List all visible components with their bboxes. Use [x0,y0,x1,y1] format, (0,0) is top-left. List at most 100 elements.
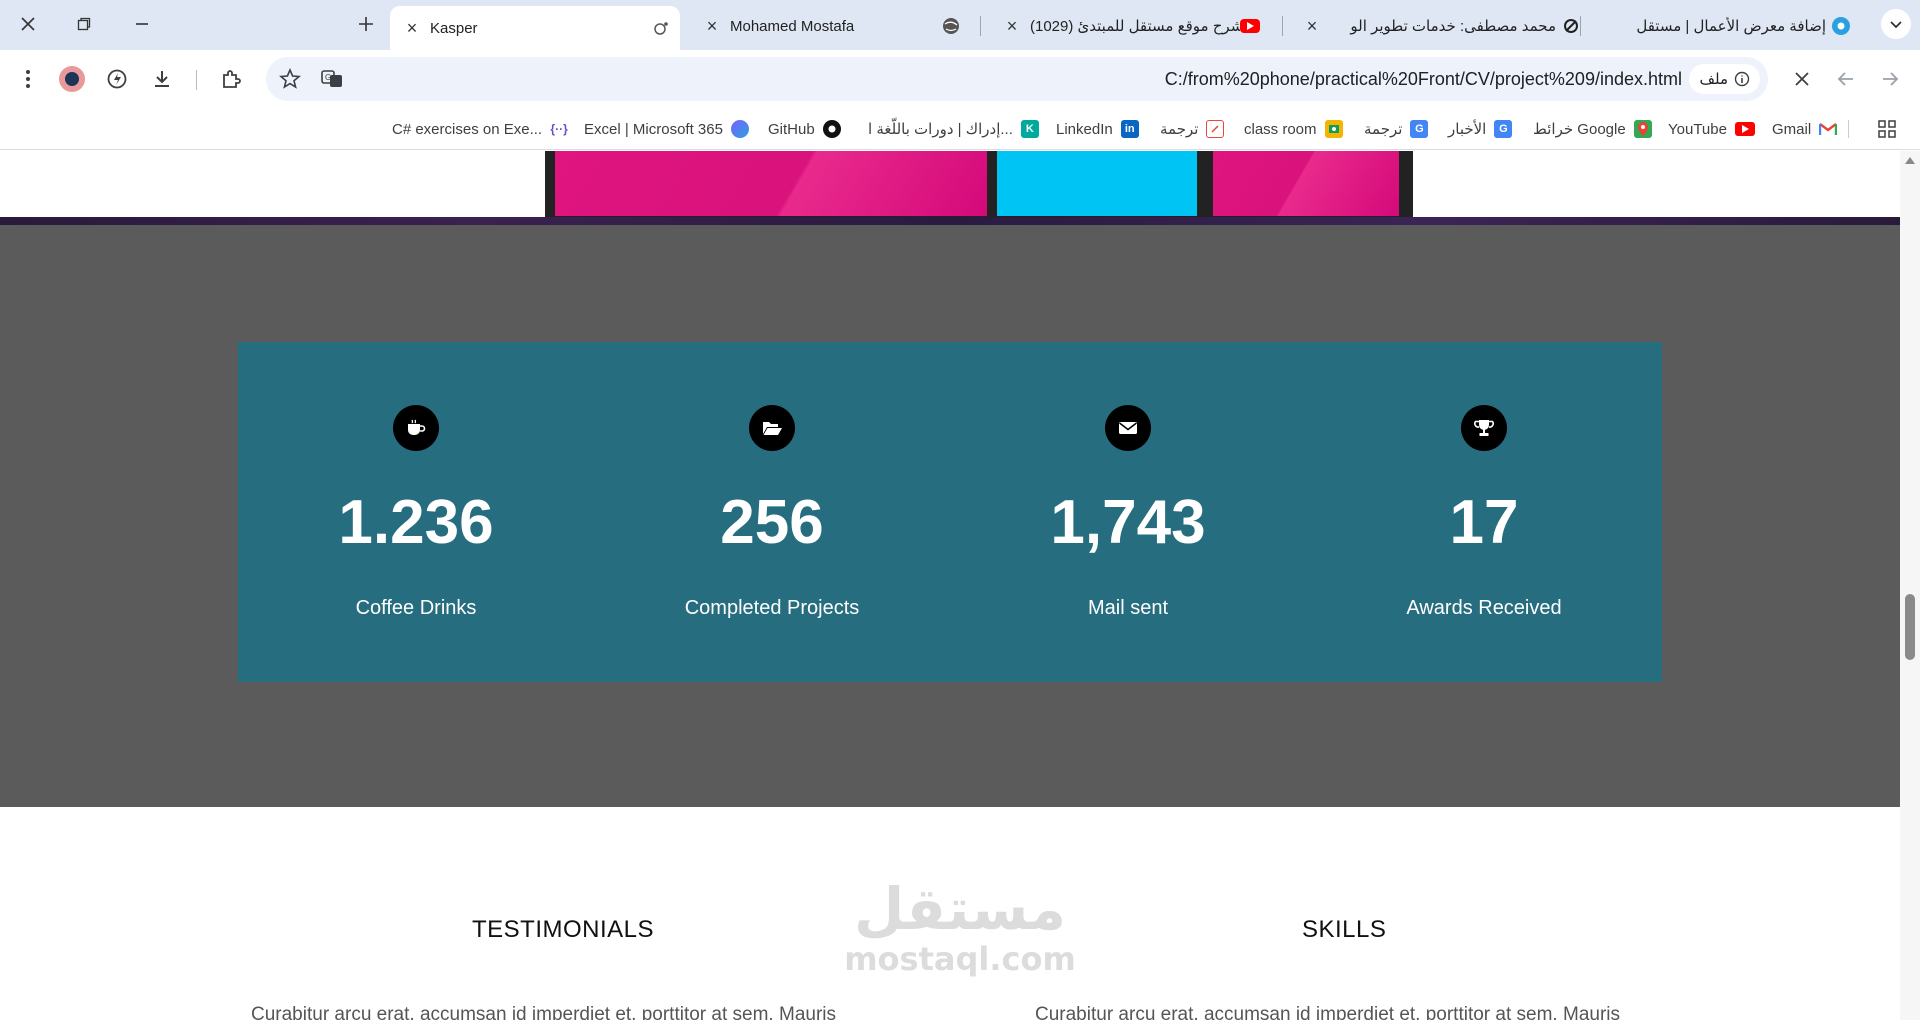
coffee-icon [393,405,439,451]
close-tab-icon[interactable]: × [400,18,424,39]
bookmark-news[interactable]: الأخبار G [1448,117,1513,141]
bookmark-edraak[interactable]: إدراك | دورات باللّغة ا... K [868,117,1039,141]
tab-separator [1580,16,1581,36]
info-icon [1734,71,1750,87]
tab-title: Mohamed Mostafa [730,17,855,35]
new-tab-icon[interactable] [346,8,386,40]
performance-icon[interactable] [101,63,133,95]
stop-loading-icon[interactable] [1786,63,1818,95]
portfolio-frame [545,151,1413,217]
scroll-up-arrow-icon[interactable] [1905,157,1915,164]
classroom-icon [1324,120,1343,138]
close-window-icon[interactable] [8,8,48,40]
bookmark-label: Excel | Microsoft 365 [584,120,723,138]
bookmark-divider [1848,120,1849,138]
profile-avatar[interactable] [56,63,88,95]
folder-open-icon [749,405,795,451]
extensions-icon[interactable] [215,63,247,95]
forward-arrow-icon[interactable] [1874,63,1906,95]
close-tab-icon[interactable]: × [1300,16,1324,37]
bookmark-star-icon[interactable] [274,63,306,95]
menu-icon[interactable] [12,63,44,95]
tab-mohamed-mostafa[interactable]: × Mohamed Mostafa [690,6,970,46]
excel-icon [730,120,749,138]
portfolio-strip [0,151,1900,223]
bookmark-class-room[interactable]: class room [1244,117,1343,141]
globe-icon [942,17,960,35]
mostaql-icon [1832,17,1850,35]
url-text: C:/from%20phone/practical%20Front/CV/pro… [1164,69,1682,89]
bookmark-exercism[interactable]: C# exercises on Exe... {··} [392,117,569,141]
tab-youtube-video[interactable]: × (1029) شرح موقع مستقل للمبتدئ [990,6,1270,46]
stats-section: 1.236 Coffee Drinks 256 Completed Projec… [0,225,1900,807]
bookmark-linkedin[interactable]: LinkedIn in [1056,117,1139,141]
bookmark-github[interactable]: GitHub [768,117,841,141]
close-tab-icon[interactable]: × [700,16,724,37]
stat-completed-projects: 256 Completed Projects [594,342,950,682]
bookmark-excel[interactable]: Excel | Microsoft 365 [584,117,749,141]
site-info-chip[interactable]: ملف [1689,64,1760,94]
tab-search-icon[interactable] [1876,8,1916,40]
edraak-icon: K [1020,120,1039,138]
bookmark-label: خرائط Google [1533,121,1626,138]
testimonials-text: Curabitur arcu erat, accumsan id imperdi… [251,1004,837,1020]
portfolio-tile-cyan[interactable] [997,151,1197,216]
tab-kasper[interactable]: × Kasper [390,6,680,50]
youtube-icon [1240,19,1260,33]
stat-value: 256 [720,488,824,557]
mostaql-watermark: مستقل mostaql.com [840,877,1080,977]
youtube-icon [1734,122,1755,136]
translate-page-icon[interactable]: G [316,63,348,95]
bookmark-label: C# exercises on Exe... [392,120,543,138]
download-icon[interactable] [146,63,178,95]
stat-mail-sent: 1,743 Mail sent [950,342,1306,682]
stat-label: Completed Projects [684,597,860,619]
tab-separator [980,16,981,36]
envelope-icon [1105,405,1151,451]
translate-doc-icon [1206,120,1225,138]
freelancer-icon [1562,17,1580,35]
portfolio-tile-magenta[interactable] [555,151,987,216]
apps-grid-icon[interactable] [1878,117,1896,141]
linkedin-icon: in [1120,120,1139,138]
scrollbar-thumb[interactable] [1905,594,1915,660]
tab-mostaql-profile[interactable]: × محمد مصطفى: خدمات تطوير الو [1290,6,1590,46]
stat-label: Awards Received [1406,597,1562,619]
github-icon [822,120,841,138]
bookmark-label: YouTube [1668,120,1727,138]
watermark-latin: mostaql.com [844,940,1076,978]
bookmark-label: class room [1244,120,1317,138]
page-scrollbar[interactable] [1900,151,1920,1020]
stats-box: 1.236 Coffee Drinks 256 Completed Projec… [238,342,1662,682]
translate-icon: G [1410,120,1429,138]
address-bar[interactable]: G C:/from%20phone/practical%20Front/CV/p… [266,57,1768,101]
portfolio-tile-pink[interactable] [1213,151,1399,216]
svg-text:G: G [325,73,331,82]
stat-label: Coffee Drinks [355,597,477,619]
testimonials-skills-section: TESTIMONIALS Curabitur arcu erat, accums… [0,807,1900,1020]
maps-icon [1633,120,1652,138]
stat-coffee-drinks: 1.236 Coffee Drinks [238,342,594,682]
bookmark-label: GitHub [768,120,815,138]
watermark-arabic: مستقل [853,875,1067,943]
bookmark-gmail[interactable]: Gmail [1772,117,1838,141]
stat-value: 17 [1449,488,1519,557]
back-arrow-icon[interactable] [1830,63,1862,95]
tab-mostaql-add-portfolio[interactable]: إضافة معرض الأعمال | مستقل [1590,6,1860,46]
bookmark-translate-doc[interactable]: ترجمة [1160,117,1225,141]
bookmark-label: Gmail [1772,120,1812,138]
site-icon [652,19,670,37]
tab-title: محمد مصطفى: خدمات تطوير الو [1350,18,1556,35]
close-tab-icon[interactable]: × [1000,16,1024,37]
site-chip-label: ملف [1699,71,1728,88]
bookmark-label: LinkedIn [1056,120,1113,138]
bookmark-google-maps[interactable]: خرائط Google [1533,117,1652,141]
minimize-window-icon[interactable] [122,8,162,40]
trophy-icon [1461,405,1507,451]
bookmark-youtube[interactable]: YouTube [1668,117,1755,141]
stat-awards-received: 17 Awards Received [1306,342,1662,682]
restore-window-icon[interactable] [64,8,104,40]
tab-strip: × Kasper × Mohamed Mostafa × (1029) شرح … [0,0,1920,50]
testimonials-title: TESTIMONIALS [472,916,655,943]
bookmark-translate[interactable]: ترجمة G [1364,117,1429,141]
